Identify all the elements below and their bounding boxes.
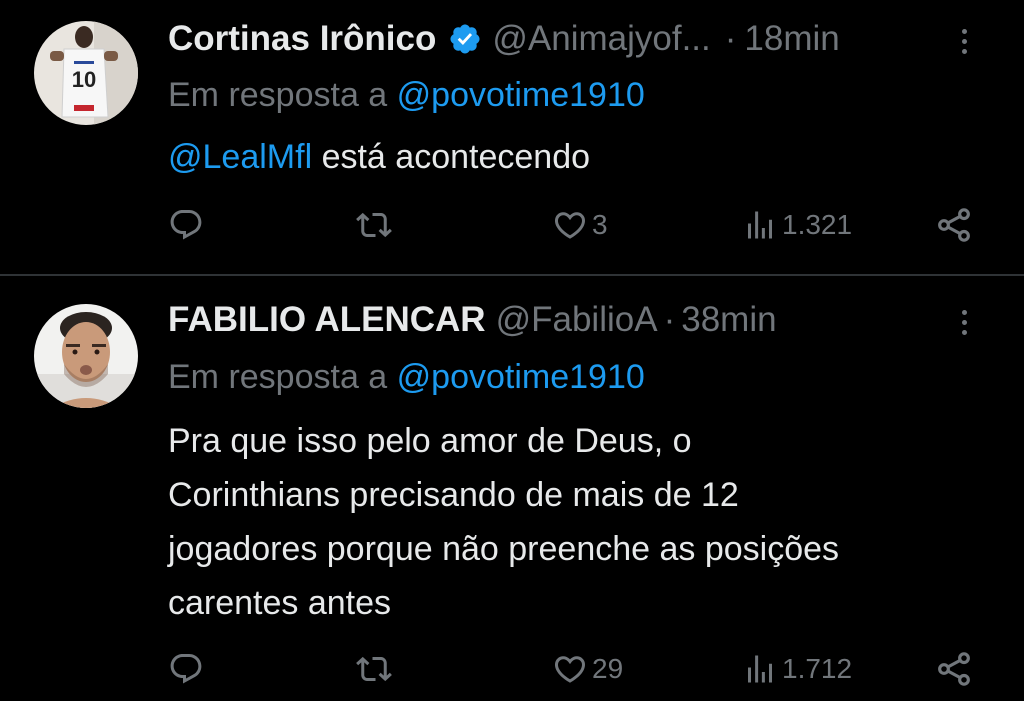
display-name[interactable]: FABILIO ALENCAR — [168, 300, 486, 340]
reply-button[interactable] — [168, 200, 204, 250]
tweet[interactable]: FABILIO ALENCAR @FabilioA · 38min Em res… — [0, 276, 1024, 701]
reply-prefix: Em resposta a — [168, 358, 388, 396]
retweet-icon — [356, 656, 392, 682]
views-button[interactable]: 1.712 — [742, 644, 852, 694]
reply-to-mention[interactable]: @povotime1910 — [397, 358, 645, 396]
retweet-icon — [356, 212, 392, 238]
body-mention[interactable]: @LealMfl — [168, 138, 312, 176]
retweet-button[interactable] — [356, 200, 392, 250]
tweet-actions: 29 1.712 — [168, 644, 980, 694]
user-handle[interactable]: @FabilioA — [496, 300, 658, 340]
tweet-header: FABILIO ALENCAR @FabilioA · 38min — [168, 296, 984, 344]
views-button[interactable]: 1.321 — [742, 200, 852, 250]
like-count: 29 — [592, 653, 624, 684]
like-button[interactable]: 29 — [552, 644, 623, 694]
tweet[interactable]: 10 Cortinas Irônico @Animajyof... · 18mi… — [0, 0, 1024, 274]
timestamp[interactable]: 38min — [681, 300, 776, 340]
reply-to-mention[interactable]: @povotime1910 — [397, 76, 645, 114]
reply-context: Em resposta a @povotime1910 — [168, 358, 645, 397]
display-name[interactable]: Cortinas Irônico — [168, 19, 436, 59]
view-count: 1.321 — [782, 209, 853, 240]
tweet-actions: 3 1.321 — [168, 200, 980, 250]
views-icon — [748, 211, 772, 239]
reply-icon — [170, 210, 202, 240]
tweet-text: Pra que isso pelo amor de Deus, o Corint… — [168, 414, 839, 630]
reply-context: Em resposta a @povotime1910 — [168, 76, 645, 115]
retweet-button[interactable] — [356, 644, 392, 694]
share-button[interactable] — [934, 200, 974, 250]
svg-text:10: 10 — [72, 67, 96, 92]
more-options-icon[interactable] — [944, 21, 984, 61]
like-count: 3 — [592, 209, 608, 240]
separator-dot: · — [724, 19, 737, 58]
separator-dot: · — [663, 300, 676, 339]
reply-button[interactable] — [168, 644, 204, 694]
tweet-text: @LealMfl está acontecendo — [168, 130, 590, 184]
tweet-header: Cortinas Irônico @Animajyof... · 18min — [168, 15, 984, 63]
share-icon — [938, 652, 970, 686]
avatar[interactable] — [34, 304, 138, 408]
tweet-text-line: está acontecendo — [321, 138, 591, 176]
view-count: 1.712 — [782, 653, 853, 684]
heart-icon — [554, 212, 586, 239]
verified-badge-icon — [450, 24, 480, 54]
tweet-text-line: Pra que isso pelo amor de Deus, o — [168, 422, 692, 460]
tweet-text-line: Corinthians precisando de mais de 12 — [168, 476, 739, 514]
tweet-text-line: jogadores porque não preenche as posiçõe… — [168, 530, 840, 568]
avatar[interactable]: 10 — [34, 21, 138, 125]
reply-icon — [170, 654, 202, 684]
heart-icon — [554, 656, 586, 683]
user-handle[interactable]: @Animajyof... — [492, 19, 710, 59]
views-icon — [748, 655, 772, 683]
timestamp[interactable]: 18min — [744, 19, 839, 59]
like-button[interactable]: 3 — [552, 200, 608, 250]
reply-prefix: Em resposta a — [168, 76, 388, 114]
share-button[interactable] — [934, 644, 974, 694]
more-options-icon[interactable] — [944, 302, 984, 342]
share-icon — [938, 208, 970, 242]
tweet-text-line: carentes antes — [168, 584, 392, 622]
